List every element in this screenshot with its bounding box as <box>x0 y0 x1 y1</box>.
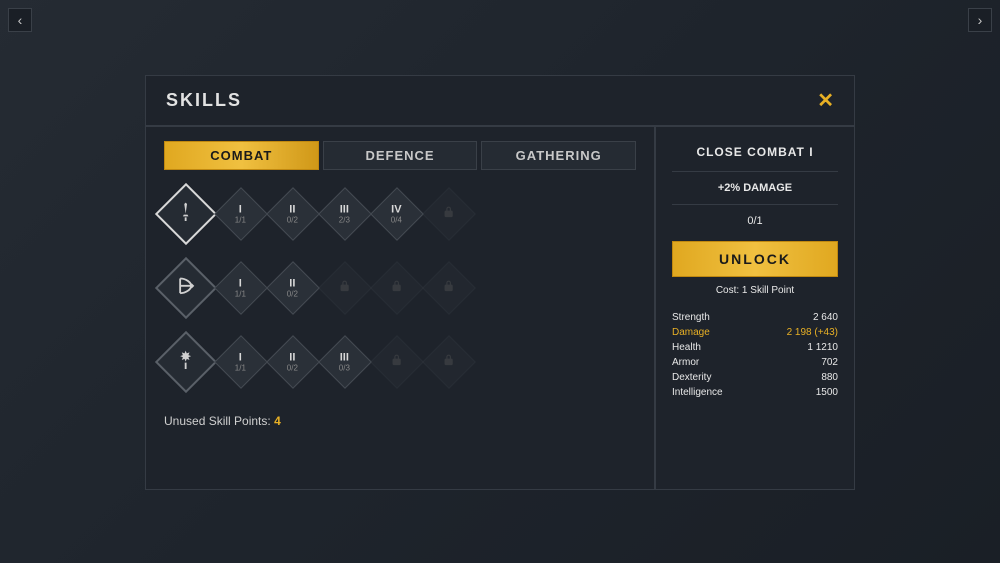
bow-icon[interactable] <box>155 257 217 319</box>
stat-row: Intelligence 1500 <box>672 385 838 400</box>
node-tier: I <box>235 204 246 216</box>
stat-row: Armor 702 <box>672 355 838 370</box>
stat-row: Damage 2 198 (+43) <box>672 325 838 340</box>
stat-row: Health 1 1210 <box>672 340 838 355</box>
lock-icon <box>442 205 456 224</box>
node-tier: I <box>235 352 246 364</box>
node-tier: II <box>287 278 298 290</box>
stat-label: Dexterity <box>672 372 711 383</box>
stat-label: Damage <box>672 327 710 338</box>
skill-node-locked <box>422 335 476 389</box>
wand-icon[interactable] <box>155 331 217 393</box>
skill-effect: +2% DAMAGE <box>672 171 838 205</box>
skills-panel: SKILLS ✕ COMBATDEFENCEGATHERING I1/1II0/… <box>145 75 855 490</box>
stat-label: Intelligence <box>672 387 723 398</box>
panel-header: SKILLS ✕ <box>146 76 854 127</box>
lock-icon <box>390 353 404 372</box>
node-progress: 0/2 <box>287 216 298 225</box>
skill-node-locked <box>370 261 424 315</box>
stat-value: 702 <box>821 357 838 368</box>
nav-prev-button[interactable]: ‹ <box>8 8 32 32</box>
skill-node[interactable]: IV0/4 <box>370 187 424 241</box>
skill-row: I1/1 II0/2 III0/3 <box>164 340 636 384</box>
skill-row: I1/1 II0/2 III2/3 IV0/4 <box>164 192 636 236</box>
node-progress: 0/4 <box>391 216 402 225</box>
stat-row: Dexterity 880 <box>672 370 838 385</box>
lock-icon <box>442 353 456 372</box>
close-icon[interactable]: ✕ <box>817 88 834 113</box>
sword-icon[interactable] <box>155 183 217 245</box>
node-progress: 1/1 <box>235 290 246 299</box>
node-tier: III <box>339 204 350 216</box>
lock-icon <box>442 279 456 298</box>
node-progress: 0/2 <box>287 290 298 299</box>
node-progress: 1/1 <box>235 364 246 373</box>
lock-icon <box>338 279 352 298</box>
stat-value: 880 <box>821 372 838 383</box>
skill-node[interactable]: II0/2 <box>266 335 320 389</box>
tab-gathering[interactable]: GATHERING <box>481 141 636 170</box>
node-progress: 0/3 <box>339 364 350 373</box>
skill-node[interactable]: III2/3 <box>318 187 372 241</box>
node-tier: II <box>287 352 298 364</box>
tab-defence[interactable]: DEFENCE <box>323 141 478 170</box>
stat-value: 2 640 <box>813 312 838 323</box>
stat-label: Armor <box>672 357 699 368</box>
unused-points: Unused Skill Points: 4 <box>164 414 636 428</box>
node-tier: II <box>287 204 298 216</box>
skill-node-locked <box>318 261 372 315</box>
skill-node[interactable]: I1/1 <box>214 261 268 315</box>
skill-row: I1/1 II0/2 <box>164 266 636 310</box>
unlock-button[interactable]: UNLOCK <box>672 241 838 277</box>
stat-value: 2 198 (+43) <box>787 327 838 338</box>
nav-next-button[interactable]: › <box>968 8 992 32</box>
skill-progress: 0/1 <box>672 215 838 227</box>
lock-icon <box>390 279 404 298</box>
skill-cost: Cost: 1 Skill Point <box>672 285 838 296</box>
node-progress: 1/1 <box>235 216 246 225</box>
skill-node-locked <box>370 335 424 389</box>
node-progress: 0/2 <box>287 364 298 373</box>
stat-row: Strength 2 640 <box>672 310 838 325</box>
stat-label: Health <box>672 342 701 353</box>
stat-value: 1 1210 <box>807 342 838 353</box>
skill-detail-panel: CLOSE COMBAT I +2% DAMAGE 0/1 UNLOCK Cos… <box>654 127 854 490</box>
stat-label: Strength <box>672 312 710 323</box>
skill-name: CLOSE COMBAT I <box>672 145 838 159</box>
stat-value: 1500 <box>816 387 838 398</box>
skill-node[interactable]: I1/1 <box>214 335 268 389</box>
skill-tree-area: COMBATDEFENCEGATHERING I1/1II0/2III2/3IV… <box>146 127 654 490</box>
node-tier: I <box>235 278 246 290</box>
skill-node[interactable]: I1/1 <box>214 187 268 241</box>
node-tier: III <box>339 352 350 364</box>
skill-node[interactable]: II0/2 <box>266 187 320 241</box>
node-tier: IV <box>391 204 402 216</box>
skill-node[interactable]: III0/3 <box>318 335 372 389</box>
panel-title: SKILLS <box>166 90 242 111</box>
tab-combat[interactable]: COMBAT <box>164 141 319 170</box>
skill-node[interactable]: II0/2 <box>266 261 320 315</box>
skill-node-locked <box>422 187 476 241</box>
node-progress: 2/3 <box>339 216 350 225</box>
skill-node-locked <box>422 261 476 315</box>
